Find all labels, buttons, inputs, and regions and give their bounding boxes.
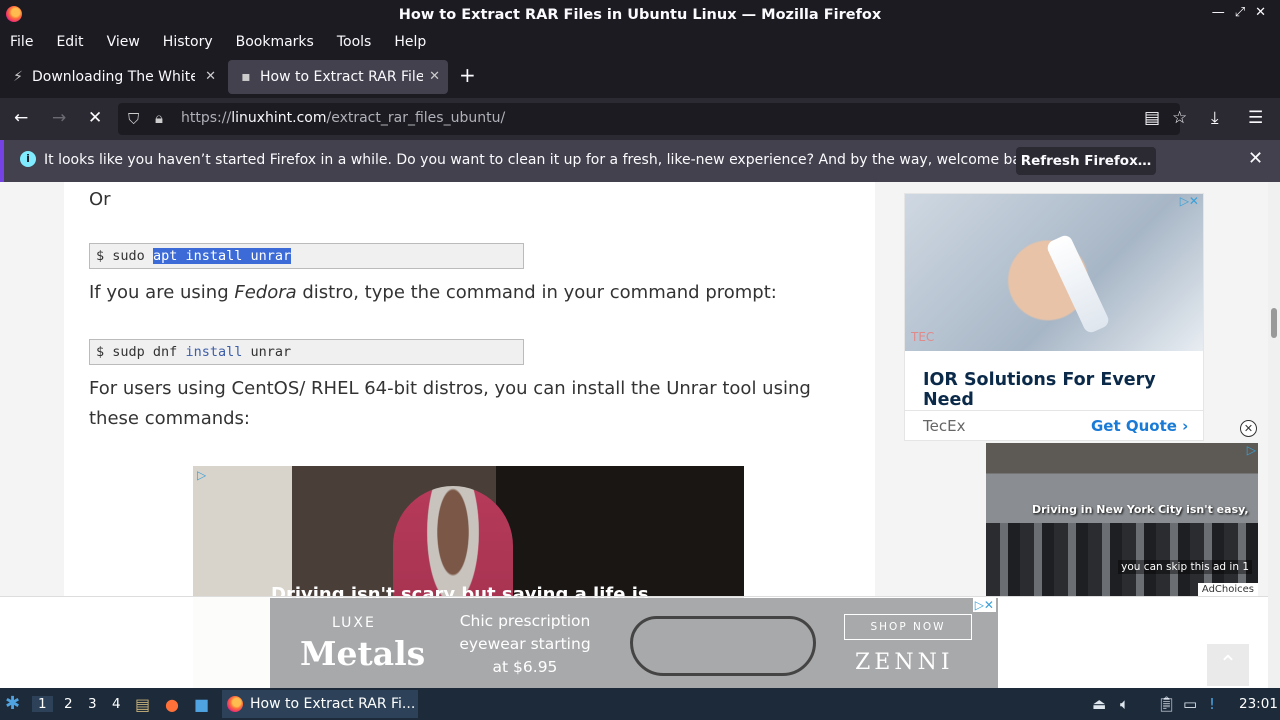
task-label: How to Extract RAR Fi... [250, 696, 416, 712]
workspace-3[interactable]: 3 [88, 696, 97, 712]
taskbar: ✱ 1 2 3 4 ▤ ● ■ How to Extract RAR Fi...… [0, 688, 1280, 720]
banner-close-icon[interactable]: ▷✕ [972, 598, 996, 612]
window-controls: — ⤢ ✕ [1212, 5, 1266, 20]
get-quote-link[interactable]: Get Quote › [1091, 417, 1188, 435]
selected-text: apt install unrar [152, 248, 292, 264]
skip-ad-countdown[interactable]: you can skip this ad in 1 [1118, 560, 1252, 574]
downloads-icon[interactable]: ⤓ [1211, 108, 1219, 128]
ad-brand: TecEx [923, 417, 966, 435]
refresh-firefox-button[interactable]: Refresh Firefox… [1016, 147, 1156, 175]
hamburger-menu-icon[interactable]: ☰ [1248, 108, 1263, 128]
close-float-video-icon[interactable]: ✕ [1240, 420, 1257, 437]
clipboard-icon[interactable]: 📋︎ [1157, 695, 1176, 713]
forward-icon[interactable]: → [52, 108, 66, 128]
page-scrollbar[interactable] [1268, 182, 1280, 688]
fedora-paragraph: If you are using Fedora distro, type the… [89, 282, 777, 303]
tab-label: Downloading The White Lotus [32, 69, 195, 85]
tab-close-icon[interactable]: ✕ [205, 69, 216, 84]
clock: 23:01 [1239, 696, 1278, 712]
shield-icon[interactable]: ⛉ [128, 110, 139, 128]
new-tab-icon[interactable]: + [459, 63, 476, 87]
float-video-caption: Driving in New York City isn't easy, [1032, 503, 1249, 516]
glasses-image [630, 616, 816, 676]
ad-headline[interactable]: IOR Solutions For Every Need [923, 370, 1203, 410]
workspace-4[interactable]: 4 [112, 696, 121, 712]
updates-icon[interactable]: ! [1209, 695, 1215, 713]
minimize-icon[interactable]: — [1212, 5, 1225, 20]
window-title: How to Extract RAR Files in Ubuntu Linux… [398, 6, 882, 23]
scroll-to-top-button[interactable]: ⌃ [1207, 644, 1249, 686]
shop-now-button[interactable]: SHOP NOW [844, 614, 972, 640]
ad-image: TEC [905, 194, 1203, 351]
centos-paragraph: For users using CentOS/ RHEL 64-bit dist… [89, 378, 811, 429]
volume-icon[interactable]: 🔈︎ [1120, 695, 1129, 713]
tab-strip: ⚡ Downloading The White Lotus ✕ ▪ How to… [0, 56, 1280, 98]
taskbar-firefox-window[interactable]: How to Extract RAR Fi... [222, 690, 418, 718]
start-menu-icon[interactable]: ✱ [5, 693, 27, 715]
page-content: Or $ sudo apt install unrar If you are u… [0, 182, 1280, 688]
tray-up-icon[interactable]: ⏏ [1092, 695, 1106, 713]
ad-choices-icon[interactable]: ▷ [1247, 443, 1256, 457]
workspace-2[interactable]: 2 [64, 696, 73, 712]
sidebar-ad[interactable]: TEC ▷✕ IOR Solutions For Every Need TecE… [904, 193, 1204, 441]
tab-extract-rar[interactable]: ▪ How to Extract RAR Files in Ubuntu Lin… [228, 60, 448, 94]
or-text: Or [89, 189, 111, 210]
bookmark-star-icon[interactable]: ☆ [1172, 108, 1187, 128]
maximize-icon[interactable]: ⤢ [1235, 5, 1245, 20]
menu-file[interactable]: File [10, 34, 33, 50]
stop-icon[interactable]: ✕ [88, 108, 102, 128]
ad-close-icon[interactable]: ▷✕ [1180, 194, 1199, 208]
menu-history[interactable]: History [163, 34, 213, 50]
network-icon[interactable]: ▭ [1183, 695, 1197, 713]
workspace-1[interactable]: 1 [32, 696, 53, 712]
banner-luxe: LUXE [332, 615, 376, 631]
menu-tools[interactable]: Tools [337, 34, 372, 50]
url-text[interactable]: https://linuxhint.com/extract_rar_files_… [181, 110, 505, 126]
tab-label: How to Extract RAR Files in Ubuntu Linux [260, 69, 423, 85]
scrollbar-thumb[interactable] [1271, 308, 1277, 338]
banner-offer: Chic prescription eyewear starting at $6… [459, 612, 591, 676]
tab-downloading[interactable]: ⚡ Downloading The White Lotus ✕ [0, 60, 224, 94]
close-notification-icon[interactable]: ✕ [1248, 148, 1263, 169]
file-manager-icon[interactable]: ▤ [135, 695, 150, 714]
info-icon: i [20, 151, 36, 167]
firefox-icon [227, 696, 243, 712]
window-titlebar: How to Extract RAR Files in Ubuntu Linux… [0, 0, 1280, 29]
firefox-launcher-icon[interactable]: ● [165, 695, 179, 714]
menu-edit[interactable]: Edit [56, 34, 83, 50]
menu-bar: File Edit View History Bookmarks Tools H… [0, 29, 1280, 54]
back-icon[interactable]: ← [14, 108, 28, 128]
close-window-icon[interactable]: ✕ [1255, 5, 1266, 20]
floating-video-ad[interactable]: ▷ Driving in New York City isn't easy, y… [986, 443, 1258, 596]
refresh-notification-bar: i It looks like you haven’t started Fire… [0, 140, 1280, 182]
terminal-icon[interactable]: ■ [194, 695, 209, 714]
firefox-logo-icon [6, 6, 22, 22]
ad-choices-icon[interactable]: ▷ [197, 468, 206, 482]
menu-view[interactable]: View [107, 34, 140, 50]
reader-view-icon[interactable]: ▤ [1144, 108, 1160, 128]
banner-metals: Metals [300, 634, 426, 673]
adchoices-link[interactable]: AdChoices [1197, 583, 1258, 596]
bottom-banner-ad[interactable]: LUXE Metals Chic prescription eyewear st… [270, 598, 998, 688]
ad-logo: TEC [911, 330, 935, 344]
url-bar[interactable]: ⛉ 🔒︎ https://linuxhint.com/extract_rar_f… [118, 103, 1180, 135]
menu-help[interactable]: Help [394, 34, 426, 50]
menu-bookmarks[interactable]: Bookmarks [236, 34, 314, 50]
notification-message: It looks like you haven’t started Firefo… [44, 152, 1043, 168]
tab-close-icon[interactable]: ✕ [429, 69, 440, 84]
code-block-apt: $ sudo apt install unrar [89, 243, 524, 269]
lock-icon[interactable]: 🔒︎ [155, 109, 163, 127]
banner-brand: ZENNI [855, 650, 954, 675]
linuxhint-icon: ▪ [241, 69, 251, 85]
code-block-dnf: $ sudp dnf install unrar [89, 339, 524, 365]
lightning-icon: ⚡ [13, 69, 23, 85]
